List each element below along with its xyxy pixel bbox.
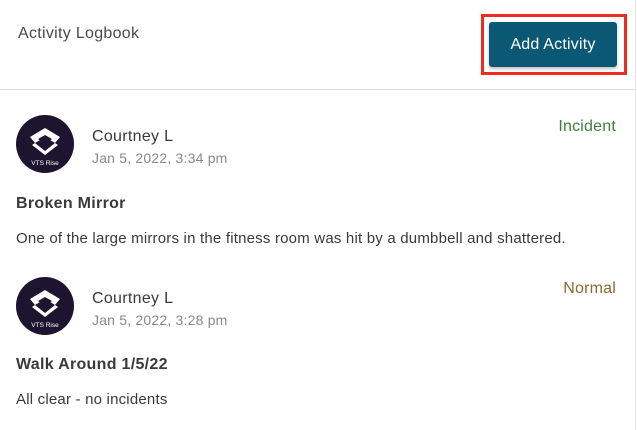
avatar: VTS Rise xyxy=(16,277,74,335)
add-activity-button[interactable]: Add Activity xyxy=(489,22,617,67)
svg-text:VTS Rise: VTS Rise xyxy=(31,322,59,329)
avatar: VTS Rise xyxy=(16,115,74,173)
author-name: Courtney L xyxy=(92,290,174,307)
activity-entry[interactable]: VTS Rise Courtney L Jan 5, 2022, 3:28 pm… xyxy=(0,252,636,422)
entry-title: Broken Mirror xyxy=(16,195,126,212)
author-name: Courtney L xyxy=(92,128,174,145)
vts-rise-logo-icon: VTS Rise xyxy=(30,290,60,329)
entry-description: One of the large mirrors in the fitness … xyxy=(16,230,566,247)
svg-text:VTS Rise: VTS Rise xyxy=(31,160,59,167)
vts-rise-logo-icon: VTS Rise xyxy=(30,128,60,167)
entry-timestamp: Jan 5, 2022, 3:34 pm xyxy=(92,150,228,166)
page-title: Activity Logbook xyxy=(18,25,140,42)
status-badge: Normal xyxy=(563,280,616,297)
activity-entry[interactable]: VTS Rise Courtney L Jan 5, 2022, 3:34 pm… xyxy=(0,90,636,260)
entry-title: Walk Around 1/5/22 xyxy=(16,356,168,373)
entry-description: All clear - no incidents xyxy=(16,391,168,408)
entry-timestamp: Jan 5, 2022, 3:28 pm xyxy=(92,312,228,328)
status-badge: Incident xyxy=(558,118,616,135)
